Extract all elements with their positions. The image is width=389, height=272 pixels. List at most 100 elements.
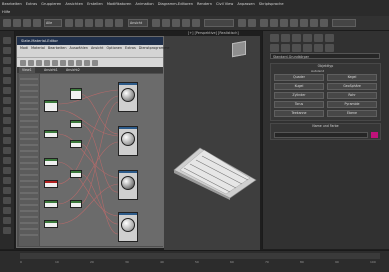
modify-tab-icon[interactable] <box>281 34 290 42</box>
torus-button[interactable]: Torus <box>274 101 324 108</box>
list-item[interactable] <box>20 120 38 122</box>
editor-menu-item[interactable]: Material <box>31 46 45 50</box>
menu-item-5[interactable]: Modifikatoren <box>105 0 134 9</box>
material-id-icon[interactable] <box>92 60 98 66</box>
pick-material-icon[interactable] <box>28 60 34 66</box>
tab-view1[interactable]: View1 <box>19 67 35 73</box>
rotate-icon[interactable] <box>105 19 113 27</box>
list-item[interactable] <box>20 90 38 92</box>
list-item[interactable] <box>20 168 38 170</box>
undo-icon[interactable] <box>3 19 11 27</box>
editor-menu-item[interactable]: Optionen <box>106 46 122 50</box>
map-node[interactable] <box>44 100 58 112</box>
menu-item-8[interactable]: Rendern <box>195 0 214 9</box>
move-icon[interactable] <box>95 19 103 27</box>
editor-menu-item[interactable]: Dienstprogramme <box>139 46 170 50</box>
list-item[interactable] <box>20 216 38 218</box>
menu-item-1[interactable]: Extras <box>24 0 39 9</box>
teapot-button[interactable]: Teekanne <box>274 110 324 117</box>
tool-icon[interactable] <box>3 57 11 64</box>
material-map-browser[interactable] <box>19 74 39 246</box>
render-frame-icon[interactable] <box>310 19 318 27</box>
map-node[interactable] <box>70 170 82 178</box>
list-item[interactable] <box>20 198 38 200</box>
render-setup-icon[interactable] <box>300 19 308 27</box>
list-item[interactable] <box>20 204 38 206</box>
object-name-field[interactable] <box>274 132 368 138</box>
list-item[interactable] <box>20 156 38 158</box>
editor-menu-item[interactable]: Ansicht <box>91 46 104 50</box>
time-slider[interactable] <box>20 253 380 259</box>
snap-icon[interactable] <box>162 19 170 27</box>
rollout-header[interactable]: Objekttyp <box>271 64 380 69</box>
assign-material-icon[interactable] <box>36 60 42 66</box>
list-item[interactable] <box>20 108 38 110</box>
lights-icon[interactable] <box>292 44 301 52</box>
tool-icon[interactable] <box>3 217 11 224</box>
geometry-icon[interactable] <box>270 44 279 52</box>
select-by-name-icon[interactable] <box>75 19 83 27</box>
tool-icon[interactable] <box>3 157 11 164</box>
create-tab-icon[interactable] <box>270 34 279 42</box>
editor-menu-item[interactable]: Bearbeiten <box>48 46 67 50</box>
delete-icon[interactable] <box>44 60 50 66</box>
tool-icon[interactable] <box>3 67 11 74</box>
cone-button[interactable]: Kegel <box>327 74 377 81</box>
category-dropdown[interactable]: Standard-Grundkörper <box>270 53 380 59</box>
render-preset-field[interactable] <box>332 19 356 27</box>
list-item[interactable] <box>20 138 38 140</box>
menu-item-4[interactable]: Erstellen <box>85 0 105 9</box>
show-map-icon[interactable] <box>68 60 74 66</box>
geosphere-button[interactable]: GeoSphäre <box>327 83 377 90</box>
select-icon[interactable] <box>65 19 73 27</box>
list-item[interactable] <box>20 114 38 116</box>
menu-item-help[interactable]: Hilfe <box>0 10 12 14</box>
spinner-snap-icon[interactable] <box>192 19 200 27</box>
pyramid-button[interactable]: Pyramide <box>327 101 377 108</box>
layer-icon[interactable] <box>260 19 268 27</box>
menu-item-3[interactable]: Ansichten <box>63 0 85 9</box>
redo-icon[interactable] <box>13 19 21 27</box>
layout-children-icon[interactable] <box>84 60 90 66</box>
list-item[interactable] <box>20 186 38 188</box>
tab-ansicht1[interactable]: Ansicht1 <box>41 67 61 73</box>
tool-icon[interactable] <box>3 77 11 84</box>
shapes-icon[interactable] <box>281 44 290 52</box>
map-node[interactable] <box>70 200 82 208</box>
list-item[interactable] <box>20 78 38 80</box>
selection-set-field[interactable] <box>204 19 234 27</box>
list-item[interactable] <box>20 84 38 86</box>
motion-tab-icon[interactable] <box>303 34 312 42</box>
list-item[interactable] <box>20 126 38 128</box>
editor-menu-item[interactable]: Modi <box>20 46 28 50</box>
tool-icon[interactable] <box>3 97 11 104</box>
list-item[interactable] <box>20 234 38 236</box>
move-children-icon[interactable] <box>52 60 58 66</box>
map-node[interactable] <box>44 130 58 138</box>
angle-snap-icon[interactable] <box>172 19 180 27</box>
rollout-header[interactable]: Name und Farbe <box>271 124 380 129</box>
editor-title[interactable]: Slate-Material-Editor <box>17 37 163 45</box>
menu-item-7[interactable]: Diagramm-Editoren <box>156 0 195 9</box>
spacewarps-icon[interactable] <box>325 44 334 52</box>
tool-icon[interactable] <box>3 37 11 44</box>
list-item[interactable] <box>20 180 38 182</box>
material-editor-icon[interactable] <box>290 19 298 27</box>
map-node[interactable] <box>70 120 82 128</box>
editor-menu-item[interactable]: Auswählen <box>70 46 88 50</box>
map-node[interactable] <box>44 200 58 208</box>
cylinder-button[interactable]: Zylinder <box>274 92 324 99</box>
tool-icon[interactable] <box>3 117 11 124</box>
list-item[interactable] <box>20 222 38 224</box>
render-icon[interactable] <box>320 19 328 27</box>
map-node[interactable] <box>44 180 58 188</box>
selection-filter-dropdown[interactable]: Alle <box>44 19 62 27</box>
menu-item-9[interactable]: Civil View <box>214 0 235 9</box>
align-icon[interactable] <box>248 19 256 27</box>
helpers-icon[interactable] <box>314 44 323 52</box>
scale-icon[interactable] <box>115 19 123 27</box>
editor-menu-item[interactable]: Extras <box>125 46 136 50</box>
list-item[interactable] <box>20 192 38 194</box>
map-node[interactable] <box>70 88 82 100</box>
node-graph-canvas[interactable] <box>40 74 163 246</box>
